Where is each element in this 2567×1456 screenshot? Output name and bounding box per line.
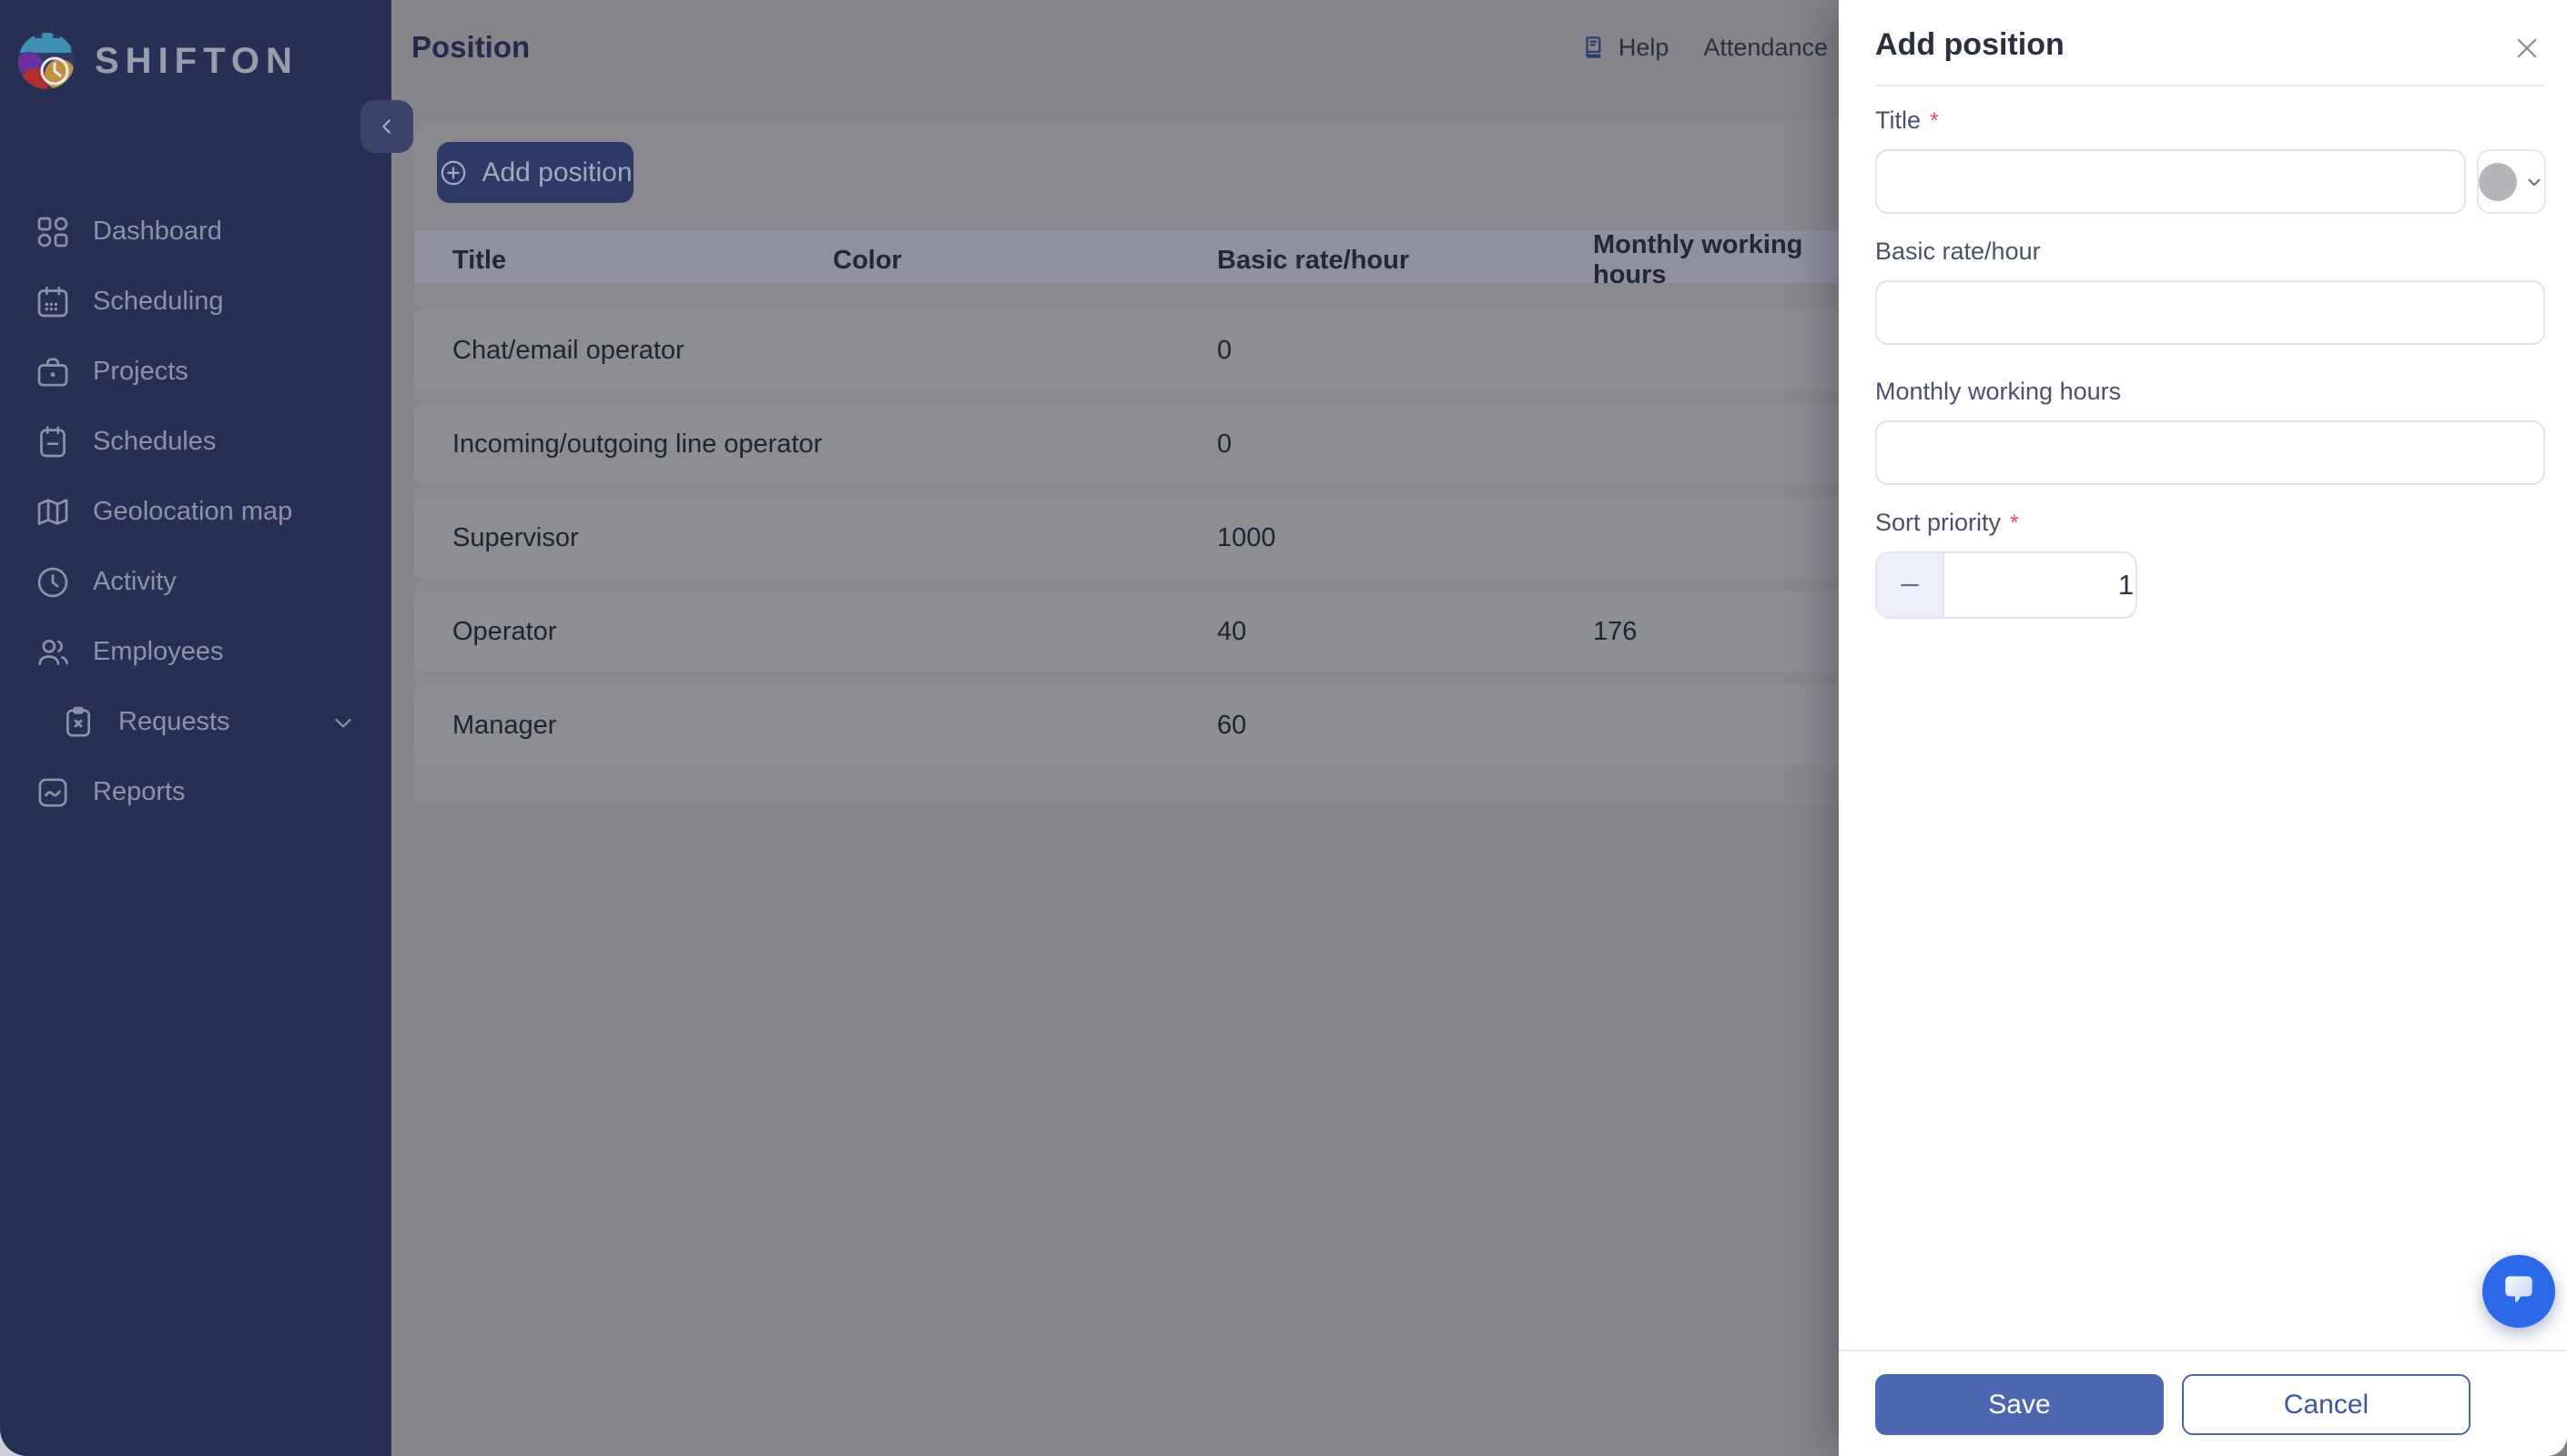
clipboard-x-icon (66, 706, 90, 736)
sidebar-item-label: Employees (93, 637, 224, 666)
add-position-label: Add position (482, 157, 633, 187)
position-title: Operator (452, 616, 557, 646)
table-row[interactable]: Chat/email operator 0 (414, 310, 1880, 390)
briefcase-icon (37, 358, 68, 386)
column-title: Title (452, 245, 507, 275)
drawer-footer: Save Cancel (1839, 1350, 2567, 1456)
close-button[interactable] (2511, 33, 2543, 66)
sidebar-item-label: Reports (93, 777, 186, 806)
sort-priority-stepper (1875, 551, 2137, 619)
required-asterisk: * (1930, 108, 1939, 134)
position-title: Incoming/outgoing line operator (452, 429, 823, 459)
map-icon (37, 498, 68, 525)
logo: SHIFTON (0, 0, 391, 102)
monthly-hours-input[interactable] (1875, 420, 2545, 485)
help-label: Help (1618, 33, 1669, 61)
sidebar-item-label: Activity (93, 567, 177, 596)
sidebar-item-label: Schedules (93, 427, 217, 456)
sidebar-nav: Dashboard Scheduling Projects Schedules … (0, 197, 391, 827)
basic-rate: 60 (1217, 710, 1247, 740)
drawer-title: Add position (1875, 27, 2065, 62)
chat-bubble-icon (2505, 1276, 2532, 1302)
table-row[interactable]: Manager 60 (414, 685, 1880, 765)
position-title: Chat/email operator (452, 335, 685, 365)
sort-label-text: Sort priority (1875, 509, 2002, 536)
sidebar-item-scheduling[interactable]: Scheduling (0, 267, 391, 337)
sidebar-item-requests[interactable]: Requests (0, 687, 391, 757)
sidebar-item-label: Geolocation map (93, 497, 293, 526)
positions-card: Add position Title Color Basic rate/hour… (414, 120, 1880, 805)
clock-icon (37, 567, 68, 597)
sort-priority-input[interactable] (1944, 553, 2136, 617)
title-field-row (1875, 149, 2546, 214)
cancel-button[interactable]: Cancel (2182, 1374, 2471, 1435)
reports-icon (38, 778, 67, 806)
color-picker-dropdown[interactable] (2477, 149, 2546, 214)
add-position-drawer: Add position Title * Basic rate/hour Mon… (1839, 0, 2567, 1456)
sidebar-item-projects[interactable]: Projects (0, 337, 391, 407)
table-row[interactable]: Incoming/outgoing line operator 0 (414, 404, 1880, 484)
sidebar-item-label: Dashboard (93, 217, 222, 246)
monthly-hours: 176 (1593, 616, 1638, 646)
sidebar-item-schedules[interactable]: Schedules (0, 407, 391, 477)
table-header: Title Color Basic rate/hour Monthly work… (414, 230, 1880, 289)
basic-rate-input[interactable] (1875, 280, 2545, 345)
dashboard-icon (37, 217, 68, 247)
logo-wordmark: SHIFTON (95, 40, 299, 81)
chat-widget-button[interactable] (2482, 1255, 2555, 1328)
sort-field-label: Sort priority * (1875, 509, 2545, 537)
sidebar-item-reports[interactable]: Reports (0, 757, 391, 827)
sidebar: SHIFTON Dashboard Scheduling Projects Sc… (0, 0, 391, 1456)
sidebar-item-activity[interactable]: Activity (0, 547, 391, 617)
position-title: Supervisor (452, 522, 579, 552)
topbar-actions: Help Attendance (1580, 0, 1828, 95)
attendance-link[interactable]: Attendance (1703, 34, 1828, 62)
chevron-down-icon (2528, 178, 2541, 186)
column-hours: Monthly working hours (1593, 230, 1803, 289)
page-title: Position (411, 30, 531, 64)
save-button[interactable]: Save (1875, 1374, 2164, 1435)
title-field-label: Title * (1875, 106, 2545, 135)
hours-field-label: Monthly working hours (1875, 378, 2122, 405)
drawer-divider (1875, 85, 2545, 86)
position-title: Manager (452, 710, 557, 740)
required-asterisk: * (2010, 511, 2019, 536)
help-link[interactable]: Help (1580, 34, 1669, 62)
title-input[interactable] (1875, 149, 2466, 214)
sidebar-item-label: Projects (93, 357, 188, 386)
sidebar-item-employees[interactable]: Employees (0, 617, 391, 687)
close-icon (2517, 38, 2537, 58)
clipboard-icon (40, 425, 66, 457)
basic-rate: 0 (1217, 335, 1233, 365)
minus-icon (1901, 583, 1919, 587)
table-row[interactable]: Operator 40 176 (414, 592, 1880, 672)
decrement-button[interactable] (1877, 553, 1944, 617)
sidebar-item-label: Scheduling (93, 287, 224, 316)
add-position-button[interactable]: Add position (437, 142, 634, 203)
shifton-logo-icon (18, 33, 75, 89)
attendance-label: Attendance (1703, 33, 1828, 61)
basic-rate: 40 (1217, 616, 1247, 646)
table-body: Chat/email operator 0 Incoming/outgoing … (414, 310, 1880, 765)
color-swatch (2479, 162, 2517, 201)
help-book-icon (1586, 36, 1601, 58)
basic-rate: 0 (1217, 429, 1233, 459)
users-icon (38, 639, 68, 665)
sidebar-collapse-button[interactable] (360, 100, 413, 153)
calendar-icon (37, 286, 68, 317)
basic-rate: 1000 (1217, 522, 1276, 552)
plus-circle-icon (441, 160, 466, 185)
chevron-left-icon (382, 119, 391, 134)
table-row[interactable]: Supervisor 1000 (414, 498, 1880, 578)
rate-field-label: Basic rate/hour (1875, 238, 2041, 265)
sidebar-item-geolocation-map[interactable]: Geolocation map (0, 477, 391, 547)
chevron-down-icon (335, 718, 351, 727)
sidebar-item-label: Requests (118, 707, 230, 736)
column-rate: Basic rate/hour (1217, 245, 1410, 275)
sidebar-item-dashboard[interactable]: Dashboard (0, 197, 391, 267)
title-label-text: Title (1875, 106, 1922, 134)
column-color: Color (833, 245, 902, 275)
